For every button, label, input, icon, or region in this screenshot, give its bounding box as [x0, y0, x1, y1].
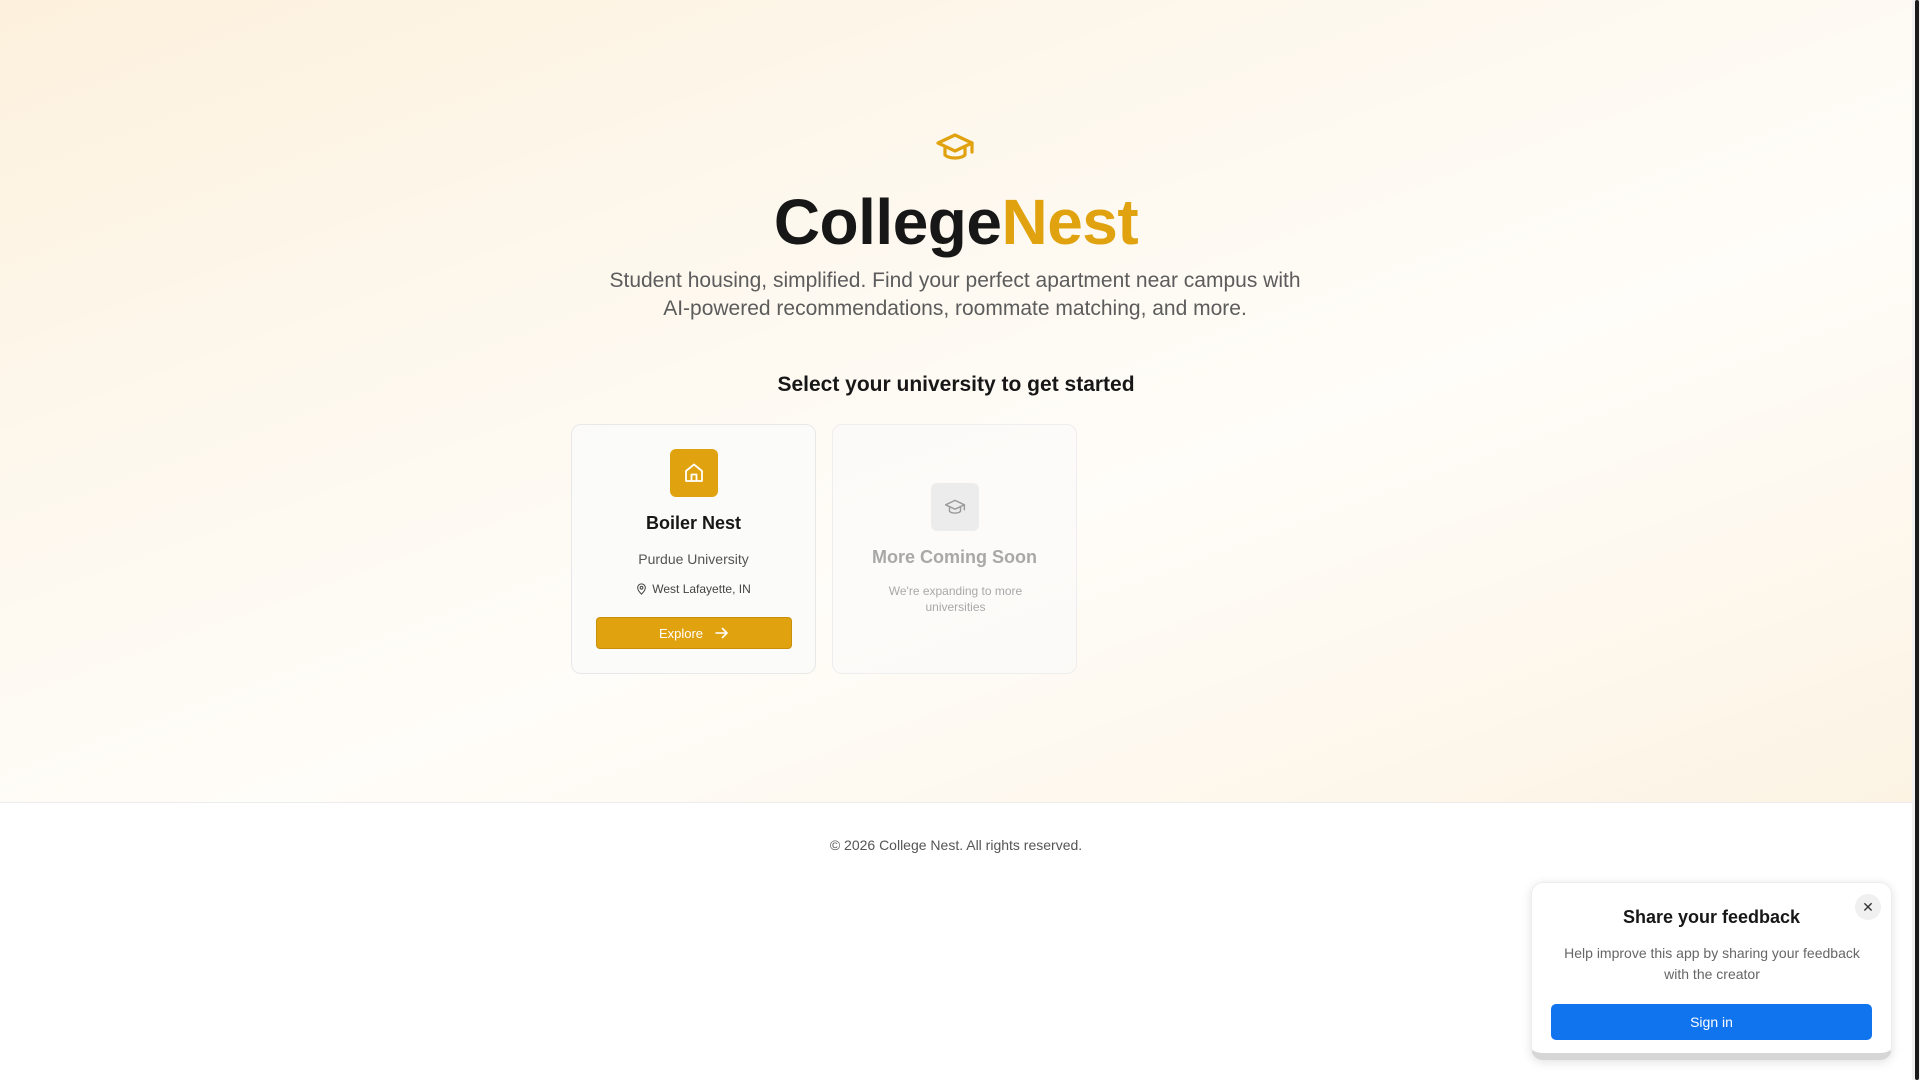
card-location-text: West Lafayette, IN — [652, 582, 751, 596]
footer-copyright: © 2026 College Nest. All rights reserved… — [829, 837, 1083, 853]
card-title: Boiler Nest — [645, 513, 742, 533]
app-title-college: College — [773, 186, 1002, 258]
map-pin-icon — [637, 583, 647, 595]
explore-button[interactable]: Explore — [596, 617, 792, 649]
app-title-nest: Nest — [1001, 186, 1139, 258]
card-location: West Lafayette, IN — [572, 582, 815, 596]
card-description: We're expanding to more universities — [888, 584, 1023, 614]
home-icon — [670, 449, 718, 497]
feedback-title: Share your feedback — [1622, 907, 1801, 927]
scrollbar-thumb[interactable] — [1915, 0, 1919, 1080]
select-university-heading: Select your university to get started — [777, 373, 1135, 396]
feedback-description: Help improve this app by sharing your fe… — [1564, 945, 1860, 982]
hero-section: CollegeNest Student housing, simplified.… — [0, 0, 1912, 803]
card-university: Purdue University — [638, 551, 749, 567]
feedback-popup: ✕ Share your feedback Help improve this … — [1531, 882, 1892, 1060]
tagline: Student housing, simplified. Find your p… — [609, 269, 1301, 320]
app-title: CollegeNest — [0, 182, 1912, 262]
university-card-boiler-nest[interactable]: Boiler Nest Purdue University West Lafay… — [571, 424, 816, 674]
graduation-cap-icon — [936, 133, 974, 160]
arrow-right-icon — [715, 627, 728, 639]
card-title: More Coming Soon — [872, 547, 1037, 567]
university-card-coming-soon: More Coming Soon We're expanding to more… — [832, 424, 1077, 674]
sign-in-button[interactable]: Sign in — [1551, 1004, 1872, 1040]
explore-button-label: Explore — [658, 625, 704, 641]
graduation-cap-icon — [931, 483, 979, 531]
